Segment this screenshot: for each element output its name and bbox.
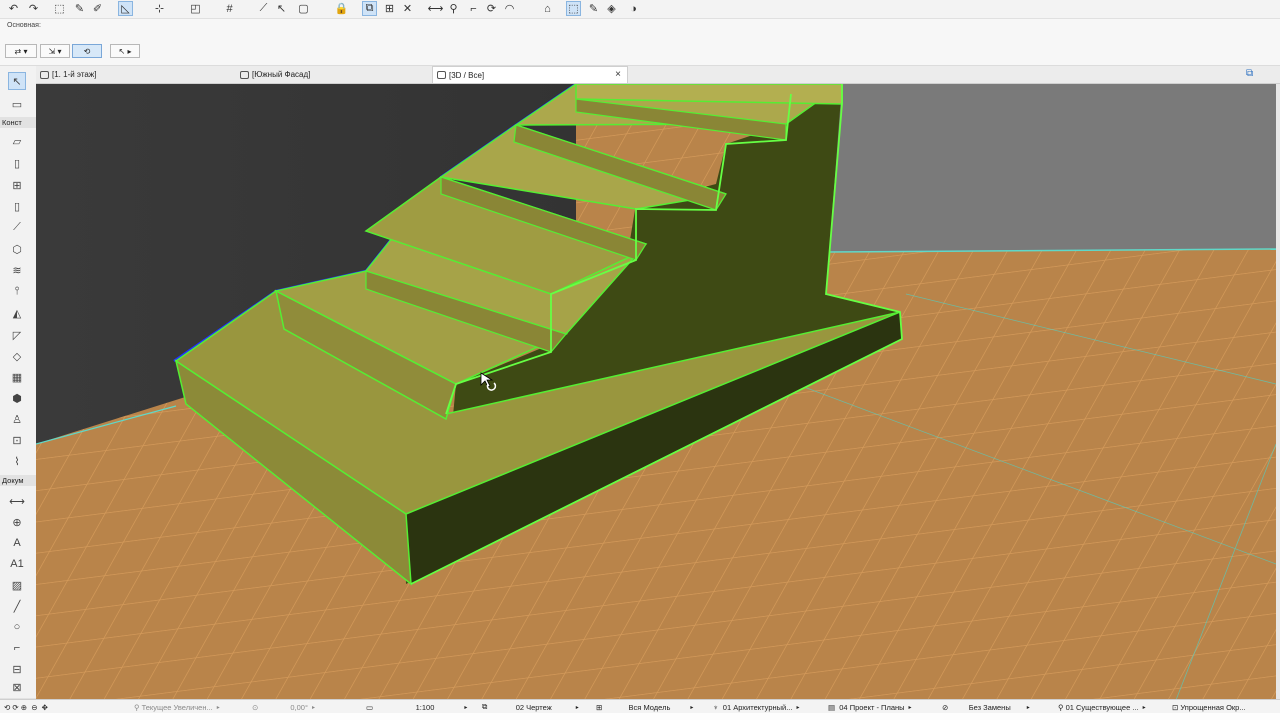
zoom-icon: ⚲ xyxy=(134,702,142,712)
renovation-filter-dropdown[interactable]: ⚲ 01 Существующее ... ▸ xyxy=(1058,700,1146,714)
circle-tool-icon[interactable]: ○ xyxy=(8,618,26,636)
dimension-tool-icon[interactable]: ⟷ xyxy=(8,492,26,510)
close-tab-icon[interactable]: × xyxy=(615,69,621,80)
figure-tool-icon[interactable]: ⊠ xyxy=(8,678,26,696)
suspend-groups-icon[interactable]: ◰ xyxy=(188,1,203,16)
pen-set-dropdown[interactable]: ♆ 01 Архитектурный... ▸ xyxy=(713,700,799,714)
roof-tool-icon[interactable]: ◭ xyxy=(8,304,26,322)
zone-tool-icon[interactable]: ⊡ xyxy=(8,431,26,449)
view-icon xyxy=(437,71,446,79)
tab-label: [Южный Фасад] xyxy=(252,70,311,79)
toolbox-section-label[interactable]: Докум xyxy=(0,475,36,486)
mesh-tool-icon[interactable]: ⌇ xyxy=(8,452,26,470)
rotate-icon[interactable]: ⟳ xyxy=(484,1,499,16)
tab-view[interactable]: [3D / Все] × xyxy=(432,66,628,83)
info-box: Основная: ⇄ ▾ ⇲ ▾ ⟲ ↖ ▸ xyxy=(0,19,1280,66)
structure-display-dropdown[interactable]: ⊡ Упрощенная Окр... xyxy=(1172,700,1246,714)
curtain-wall-tool-icon[interactable]: ▦ xyxy=(8,368,26,386)
wall-tool-icon[interactable]: ▱ xyxy=(8,132,26,150)
view-icon xyxy=(40,70,49,79)
close-all-icon[interactable]: ✕ xyxy=(400,1,415,16)
3d-scene xyxy=(36,84,1276,700)
snap-guide-icon[interactable]: ◺ xyxy=(118,1,133,16)
3d-viewport[interactable] xyxy=(36,84,1276,700)
right-scrollbar[interactable] xyxy=(1276,84,1280,700)
window-tool-icon[interactable]: ⊞ xyxy=(8,176,26,194)
magic-wand-icon[interactable]: ⟋ xyxy=(256,1,271,16)
zoom-dropdown[interactable]: ⚲ Текущее Увеличен... ▸ xyxy=(134,700,220,714)
pick-up-icon[interactable]: ✎ xyxy=(72,1,87,16)
arrow-method-button[interactable]: ⇲ ▾ xyxy=(40,44,70,58)
selection-filter-icon[interactable]: ⬚ xyxy=(566,1,581,16)
edit-icon[interactable]: ✎ xyxy=(586,1,601,16)
main-toolbar: ↶ ↷ ⬚ ✎ ✐ ◺ ⊹ ◰ # ⟋ ↖ ▢ 🔒 ⧉ ⊞ ✕ ⟷ ⚲ ⌐ ⟳ ◠ ⌂ ⬚ ✎ ◈ ◑ xyxy=(0,0,1280,19)
object-tool-icon[interactable]: ♙ xyxy=(8,410,26,428)
tab-label: [3D / Все] xyxy=(449,70,485,80)
pointer-mode-button[interactable]: ↖ ▸ xyxy=(110,44,140,58)
pointer-select-icon[interactable]: ⬚ xyxy=(52,1,67,16)
graphic-override-dropdown[interactable]: ⊘ Без Замены ▸ xyxy=(942,700,1030,714)
model-view-options-dropdown[interactable]: ▤ 04 Проект - Планы ▸ xyxy=(828,700,912,714)
bottom-strip xyxy=(0,713,1280,720)
drawing-tool-icon[interactable]: ⊟ xyxy=(8,660,26,678)
level-dimension-tool-icon[interactable]: ⊕ xyxy=(8,513,26,531)
label-tool-icon[interactable]: A1 xyxy=(8,555,26,573)
trace-icon[interactable]: ⧉ xyxy=(362,1,377,16)
toolbox: КонстДокумРазное↖▭▱▯⊞▯⟋⬡≋⫯◭◸◇▦⬢♙⊡⌇⟷⊕AA1▨… xyxy=(0,66,37,709)
tab-view[interactable]: [1. 1-й этаж] xyxy=(36,66,236,83)
railing-tool-icon[interactable]: ⫯ xyxy=(8,282,26,300)
line-tool-icon[interactable]: ╱ xyxy=(8,597,26,615)
curve-icon[interactable]: ⌐ xyxy=(466,1,481,16)
geometry-method-button[interactable]: ⇄ ▾ xyxy=(5,44,37,58)
beam-tool-icon[interactable]: ⟋ xyxy=(8,218,26,236)
marquee-tool-icon[interactable]: ▭ xyxy=(8,95,26,113)
morph-tool-icon[interactable]: ⬢ xyxy=(8,389,26,407)
navigator-icon[interactable]: ⧉ xyxy=(1246,68,1260,80)
status-bar: ⟲ ⟳ ⊕ ⊖ ✥ ⚲ Текущее Увеличен... ▸ ⊙ 0,00°… xyxy=(0,699,1280,714)
rotate-method-button[interactable]: ⟲ xyxy=(72,44,102,58)
view-tabs: [1. 1-й этаж] [Южный Фасад] [3D / Все] × xyxy=(36,66,1280,84)
redo-icon[interactable]: ↷ xyxy=(26,1,41,16)
text-tool-icon[interactable]: A xyxy=(8,534,26,552)
arrow-tool-icon[interactable]: ↖ xyxy=(8,72,26,90)
zoom-icon[interactable]: ⚲ xyxy=(446,1,461,16)
skylight-tool-icon[interactable]: ◇ xyxy=(8,347,26,365)
door-tool-icon[interactable]: ▯ xyxy=(8,154,26,172)
renovation-icon[interactable]: ◑ xyxy=(626,1,641,16)
fill-tool-icon[interactable]: ▨ xyxy=(8,576,26,594)
guideline-icon[interactable]: ⊹ xyxy=(152,1,167,16)
paint-icon[interactable]: ◈ xyxy=(604,1,619,16)
grid-snap-icon[interactable]: # xyxy=(222,1,237,16)
back-wall-grey xyxy=(826,84,1276,252)
measure-icon[interactable]: ⟷ xyxy=(428,1,444,16)
toolbox-section-label[interactable]: Конст xyxy=(0,117,36,128)
cursor-icon[interactable]: ↖ xyxy=(274,1,289,16)
view-icon xyxy=(240,70,249,79)
angle-field[interactable]: ⊙ 0,00° ▸ xyxy=(252,700,315,714)
home-icon[interactable]: ⌂ xyxy=(540,1,555,16)
inject-icon[interactable]: ✐ xyxy=(90,1,105,16)
polyline-tool-icon[interactable]: ⌐ xyxy=(8,639,26,657)
arc-icon[interactable]: ◠ xyxy=(502,1,517,16)
info-box-label: Основная: xyxy=(7,22,41,29)
show-hide-icon[interactable]: ⊞ xyxy=(382,1,397,16)
shell-tool-icon[interactable]: ◸ xyxy=(8,326,26,344)
undo-icon[interactable]: ↶ xyxy=(6,1,21,16)
slab-tool-icon[interactable]: ⬡ xyxy=(8,240,26,258)
scale-dropdown[interactable]: ▭ 1:100 ▸ xyxy=(366,700,467,714)
stair-tool-icon[interactable]: ≋ xyxy=(8,261,26,279)
layer-combination-dropdown[interactable]: ⧉ 02 Чертеж ▸ xyxy=(482,700,579,714)
lock-icon[interactable]: 🔒 xyxy=(334,1,349,16)
column-tool-icon[interactable]: ▯ xyxy=(8,197,26,215)
nav-icons[interactable]: ⟲ ⟳ ⊕ ⊖ ✥ xyxy=(4,700,48,714)
tab-view[interactable]: [Южный Фасад] xyxy=(236,66,432,83)
model-view-dropdown[interactable]: ⊞ Вся Модель ▸ xyxy=(596,700,693,714)
tab-label: [1. 1-й этаж] xyxy=(52,70,97,79)
layer-icon[interactable]: ▢ xyxy=(296,1,311,16)
